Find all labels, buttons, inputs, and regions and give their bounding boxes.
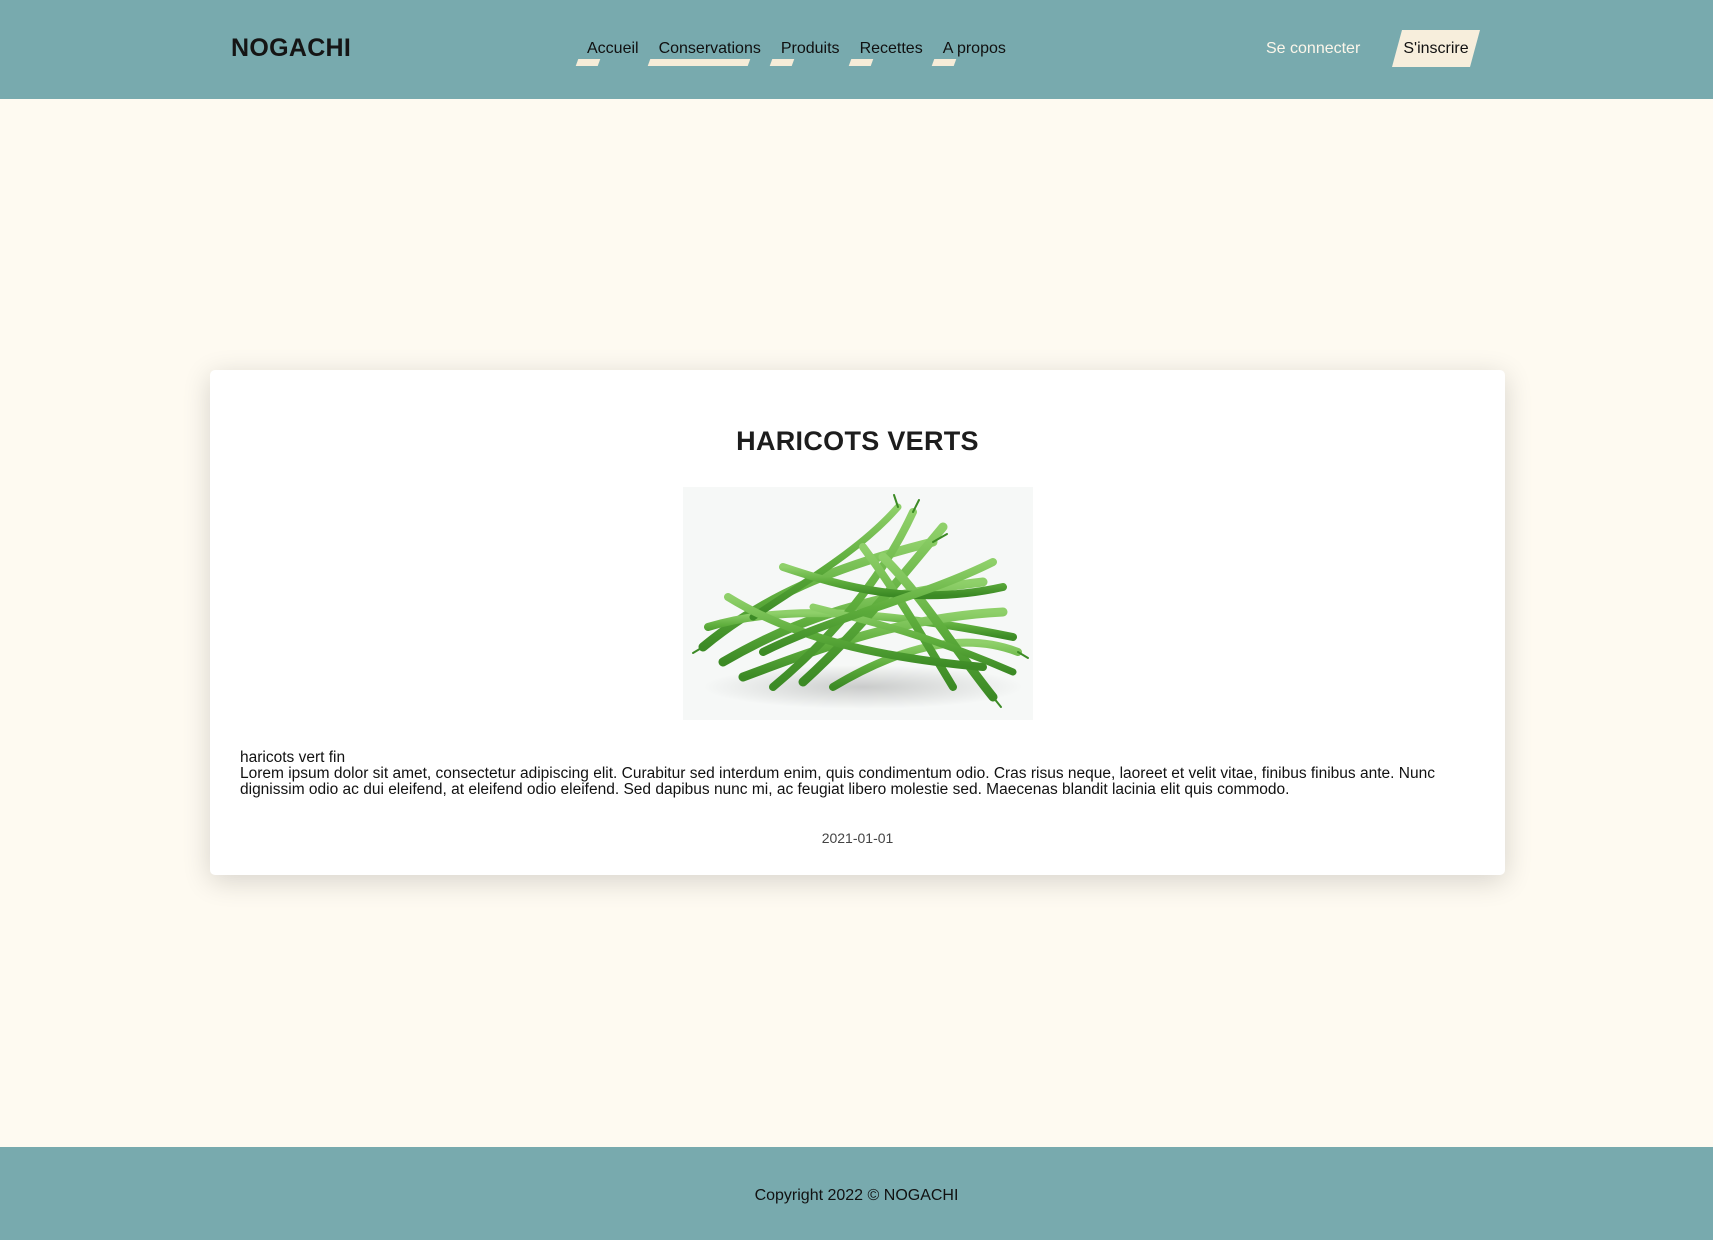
product-title: HARICOTS VERTS [736, 426, 979, 456]
nav-item-label: Produits [780, 40, 840, 57]
product-date: 2021-01-01 [821, 830, 894, 846]
login-link[interactable]: Se connecter [1266, 38, 1360, 60]
nav-highlight [647, 59, 750, 66]
nav-item-label: Accueil [587, 40, 639, 57]
nav-item-a-propos[interactable]: A propos [931, 38, 1016, 66]
nav-highlight [848, 59, 873, 66]
site-footer: Copyright 2022 © NOGACHI [0, 1147, 1713, 1240]
signup-button-label: S'inscrire [1403, 39, 1469, 57]
product-description: Lorem ipsum dolor sit amet, consectetur … [240, 765, 1435, 798]
nav-highlight [931, 59, 956, 66]
nav-item-produits[interactable]: Produits [769, 38, 850, 66]
product-image [683, 487, 1033, 720]
nav-highlight [575, 59, 601, 66]
nav-item-accueil[interactable]: Accueil [575, 38, 649, 66]
product-card: HARICOTS VERTS haricots vert fin Lorem i… [210, 370, 1505, 875]
footer-copyright: Copyright 2022 © NOGACHI [754, 1187, 959, 1204]
nav-item-recettes[interactable]: Recettes [848, 38, 933, 66]
top-navbar: NOGACHI Accueil Conservations Produits R… [0, 0, 1713, 99]
main-nav: Accueil Conservations Produits Recettes … [575, 38, 1016, 66]
signup-button[interactable]: S'inscrire [1392, 30, 1480, 67]
nav-highlight [769, 59, 795, 66]
product-subtitle: haricots vert fin [240, 749, 346, 766]
nav-item-label: A propos [942, 40, 1006, 57]
green-beans-illustration [692, 494, 1029, 709]
site-logo[interactable]: NOGACHI [231, 34, 351, 63]
nav-item-label: Conservations [658, 40, 761, 57]
nav-item-label: Recettes [859, 40, 923, 57]
nav-item-conservations[interactable]: Conservations [647, 38, 771, 66]
